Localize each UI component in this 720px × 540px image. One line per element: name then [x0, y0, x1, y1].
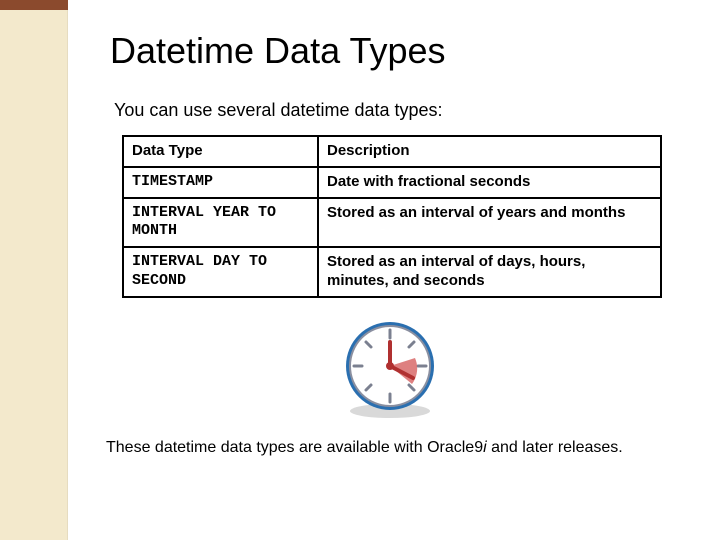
datatypes-table: Data Type Description TIMESTAMP Date wit… [122, 135, 662, 298]
cell-desc: Date with fractional seconds [318, 167, 661, 198]
intro-text: You can use several datetime data types: [114, 100, 670, 121]
footnote-post: and later releases. [487, 439, 623, 456]
clock-illustration [110, 316, 670, 421]
table-row: INTERVAL YEAR TO MONTH Stored as an inte… [123, 198, 661, 248]
table-row: TIMESTAMP Date with fractional seconds [123, 167, 661, 198]
cell-type: TIMESTAMP [123, 167, 318, 198]
footnote: These datetime data types are available … [106, 439, 670, 457]
table-row: INTERVAL DAY TO SECOND Stored as an inte… [123, 247, 661, 297]
footnote-pre: These datetime data types are available … [106, 439, 483, 456]
cell-type: INTERVAL YEAR TO MONTH [123, 198, 318, 248]
col-header-type: Data Type [123, 136, 318, 167]
slide-content: Datetime Data Types You can use several … [0, 0, 720, 540]
cell-desc: Stored as an interval of days, hours, mi… [318, 247, 661, 297]
table-header-row: Data Type Description [123, 136, 661, 167]
col-header-desc: Description [318, 136, 661, 167]
clock-icon [335, 316, 445, 421]
cell-desc: Stored as an interval of years and month… [318, 198, 661, 248]
cell-type: INTERVAL DAY TO SECOND [123, 247, 318, 297]
page-title: Datetime Data Types [110, 30, 670, 72]
